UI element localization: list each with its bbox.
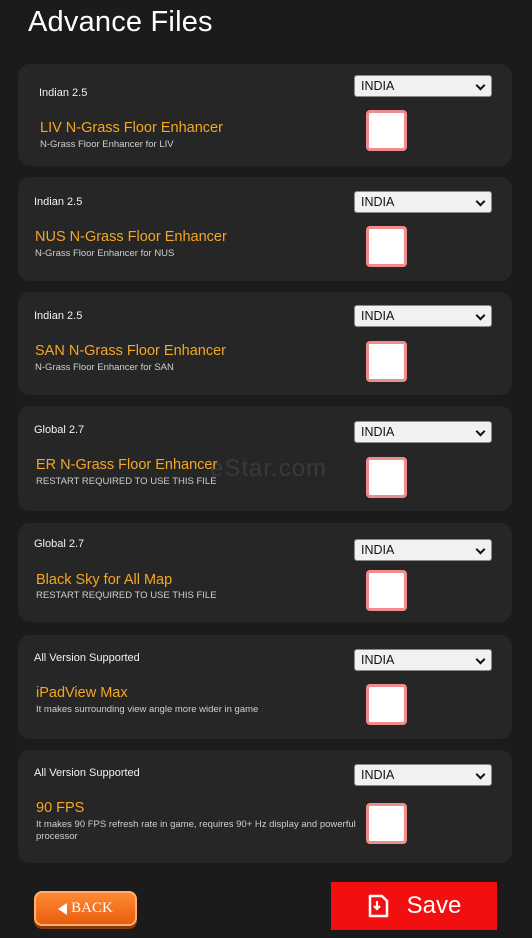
file-card-san: Indian 2.5 INDIA SAN N-Grass Floor Enhan… xyxy=(18,292,512,395)
region-select[interactable]: INDIA xyxy=(354,539,492,561)
enable-checkbox[interactable] xyxy=(366,226,407,267)
file-description: It makes surrounding view angle more wid… xyxy=(36,704,259,715)
chevron-down-icon xyxy=(475,544,486,555)
file-title: iPadView Max xyxy=(36,685,128,701)
region-select[interactable]: INDIA xyxy=(354,764,492,786)
file-description: N-Grass Floor Enhancer for SAN xyxy=(35,362,174,373)
file-card-liv: Indian 2.5 INDIA LIV N-Grass Floor Enhan… xyxy=(18,64,512,166)
region-select-value: INDIA xyxy=(361,309,395,323)
region-select[interactable]: INDIA xyxy=(354,75,492,97)
version-label: Indian 2.5 xyxy=(34,196,83,208)
file-title: ER N-Grass Floor Enhancer xyxy=(36,457,218,473)
region-select[interactable]: INDIA xyxy=(354,191,492,213)
region-select-value: INDIA xyxy=(361,543,395,557)
file-title: 90 FPS xyxy=(36,800,85,816)
enable-checkbox[interactable] xyxy=(366,803,407,844)
save-file-icon xyxy=(367,894,389,918)
file-description: RESTART REQUIRED TO USE THIS FILE xyxy=(36,590,217,601)
chevron-down-icon xyxy=(475,426,486,437)
version-label: All Version Supported xyxy=(34,767,140,779)
enable-checkbox[interactable] xyxy=(366,457,407,498)
file-card-nus: Indian 2.5 INDIA NUS N-Grass Floor Enhan… xyxy=(18,177,512,281)
region-select-value: INDIA xyxy=(361,195,395,209)
enable-checkbox[interactable] xyxy=(366,684,407,725)
enable-checkbox[interactable] xyxy=(366,570,407,611)
version-label: Global 2.7 xyxy=(34,538,85,550)
version-label: All Version Supported xyxy=(34,652,140,664)
triangle-left-icon xyxy=(58,902,68,915)
chevron-down-icon xyxy=(475,769,486,780)
file-description: It makes 90 FPS refresh rate in game, re… xyxy=(36,819,356,842)
file-description: N-Grass Floor Enhancer for NUS xyxy=(35,248,175,259)
back-button[interactable]: BACK xyxy=(34,891,137,926)
chevron-down-icon xyxy=(475,310,486,321)
version-label: Indian 2.5 xyxy=(39,87,88,99)
file-card-black-sky: Global 2.7 INDIA Black Sky for All Map R… xyxy=(18,523,512,622)
chevron-down-icon xyxy=(475,80,486,91)
chevron-down-icon xyxy=(475,654,486,665)
file-title: SAN N-Grass Floor Enhancer xyxy=(35,343,226,359)
region-select-value: INDIA xyxy=(361,425,395,439)
chevron-down-icon xyxy=(475,196,486,207)
file-description: N-Grass Floor Enhancer for LIV xyxy=(40,139,174,150)
file-title: NUS N-Grass Floor Enhancer xyxy=(35,229,227,245)
region-select[interactable]: INDIA xyxy=(354,421,492,443)
save-button-label: Save xyxy=(406,892,462,919)
file-card-90fps: All Version Supported INDIA 90 FPS It ma… xyxy=(18,750,512,863)
back-button-label: BACK xyxy=(71,900,113,916)
watermark: eStar.com xyxy=(210,455,328,482)
region-select-value: INDIA xyxy=(361,653,395,667)
region-select[interactable]: INDIA xyxy=(354,305,492,327)
file-title: Black Sky for All Map xyxy=(36,572,173,588)
version-label: Global 2.7 xyxy=(34,424,85,436)
region-select[interactable]: INDIA xyxy=(354,649,492,671)
file-title: LIV N-Grass Floor Enhancer xyxy=(40,120,223,136)
enable-checkbox[interactable] xyxy=(366,110,407,151)
region-select-value: INDIA xyxy=(361,79,395,93)
region-select-value: INDIA xyxy=(361,768,395,782)
version-label: Indian 2.5 xyxy=(34,310,83,322)
enable-checkbox[interactable] xyxy=(366,341,407,382)
page-title: Advance Files xyxy=(28,6,213,38)
save-button[interactable]: Save xyxy=(331,882,497,930)
file-card-ipadview: All Version Supported INDIA iPadView Max… xyxy=(18,635,512,739)
